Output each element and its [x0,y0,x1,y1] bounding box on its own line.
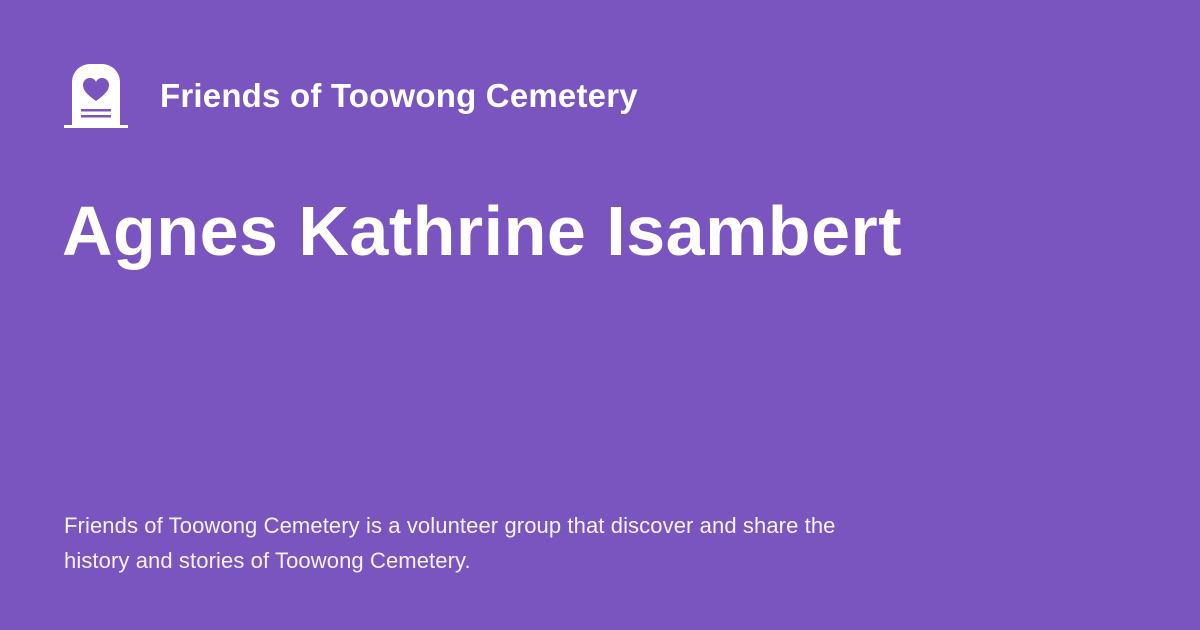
brand-header: Friends of Toowong Cemetery [64,64,638,128]
page-title: Agnes Kathrine Isambert [62,192,903,270]
site-name: Friends of Toowong Cemetery [160,76,638,114]
social-card: Friends of Toowong Cemetery Agnes Kathri… [0,0,1200,630]
site-description: Friends of Toowong Cemetery is a volunte… [64,513,836,573]
headstone-heart-icon [64,64,128,128]
